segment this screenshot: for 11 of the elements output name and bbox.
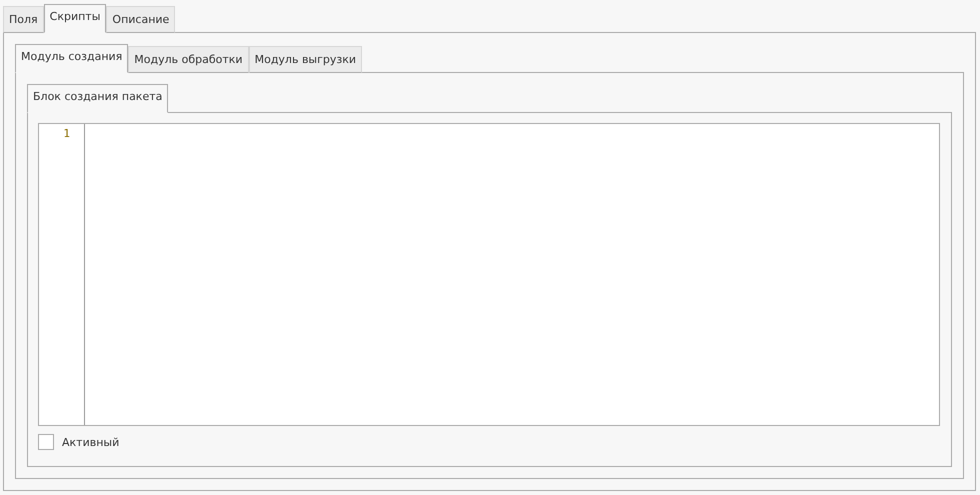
tab[interactable]: Модуль обработки: [128, 46, 249, 73]
tab[interactable]: Скрипты: [44, 4, 106, 33]
checkbox[interactable]: [38, 434, 54, 450]
checkbox-label: Активный: [62, 436, 120, 448]
line-number: 1: [63, 127, 70, 140]
tab[interactable]: Поля: [3, 6, 44, 33]
tab[interactable]: Блок создания пакета: [27, 84, 168, 113]
code-editor[interactable]: 1: [38, 123, 940, 426]
tab[interactable]: Модуль создания: [15, 44, 128, 73]
tab[interactable]: Описание: [106, 6, 176, 33]
tab[interactable]: Модуль выгрузки: [248, 46, 362, 73]
